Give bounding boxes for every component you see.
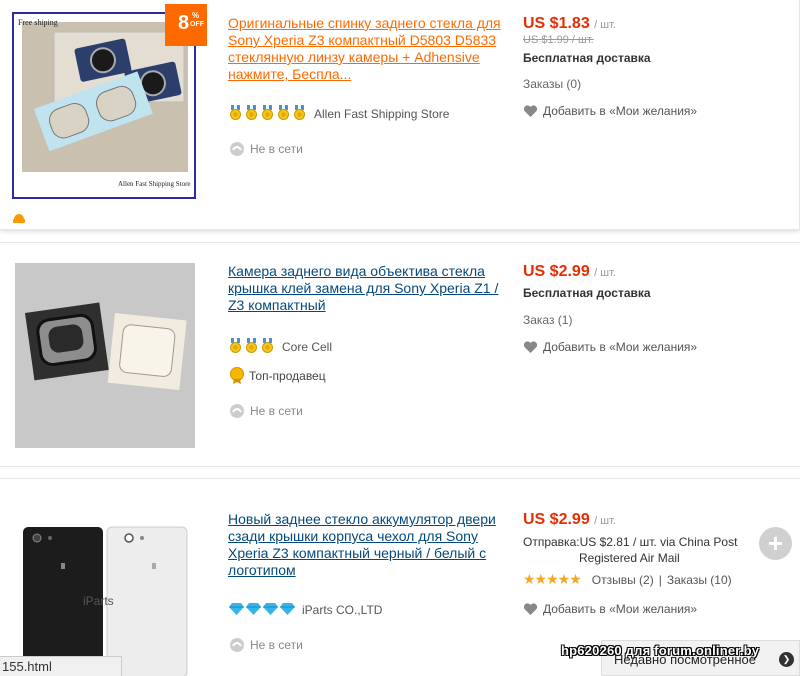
product-image[interactable]: iParts [15, 501, 195, 676]
orders-count[interactable]: Заказы (0) [523, 77, 763, 91]
discount-badge: 8 % OFF [165, 4, 207, 46]
store-name-link[interactable]: Allen Fast Shipping Store [314, 107, 449, 121]
diamond-icon [263, 603, 278, 615]
rating-stars: ★★★★★ [523, 571, 582, 587]
store-name-link[interactable]: Core Cell [282, 340, 332, 354]
store-info: Allen Fast Shipping Store [229, 105, 449, 123]
price-column: US $2.99 / шт. Бесплатная доставка Заказ… [523, 263, 763, 354]
shipping-info: Бесплатная доставка [523, 51, 651, 65]
heart-icon [523, 602, 538, 615]
chat-offline-icon [230, 404, 244, 418]
chat-offline-icon [230, 142, 244, 156]
product-price: US $1.83 / шт. [523, 15, 616, 32]
medal-icon [246, 338, 257, 353]
orders-link[interactable]: Заказы (10) [667, 573, 732, 587]
chat-offline-icon [230, 638, 244, 652]
product-title[interactable]: Новый заднее стекло аккумулятор двери сз… [228, 511, 513, 579]
diamond-icon [229, 603, 244, 615]
product-title[interactable]: Камера заднего вида объектива стекла кры… [228, 263, 513, 314]
heart-icon [523, 104, 538, 117]
image-caption: iParts [83, 594, 114, 608]
product-image[interactable] [15, 263, 195, 448]
seller-status: Не в сети [229, 637, 303, 653]
medal-icon [278, 105, 289, 120]
store-info: Core Cell [229, 338, 332, 356]
product-price: US $2.99 / шт. [523, 511, 616, 528]
store-name-link[interactable]: iParts CO.,LTD [302, 603, 382, 617]
price-column: US $2.99 / шт. Отправка:US $2.81 / шт. v… [523, 511, 763, 616]
browser-status-url: 155.html [0, 656, 122, 676]
product-price: US $2.99 / шт. [523, 263, 616, 280]
separator: | [658, 572, 662, 587]
top-seller-icon [230, 367, 244, 384]
add-to-wishlist-button[interactable]: Добавить в «Мои желания» [523, 104, 763, 118]
medal-icon [262, 338, 273, 353]
store-info: iParts CO.,LTD [229, 601, 382, 619]
medal-icon [230, 105, 241, 120]
price-column: US $1.83 / шт. US $1.99 / шт. Бесплатная… [523, 15, 763, 118]
reviews-link[interactable]: Отзывы (2) [592, 573, 654, 587]
add-plus-button[interactable]: + [759, 527, 792, 560]
product-title[interactable]: Оригинальные спинку заднего стекла для S… [228, 15, 513, 83]
image-caption-bottom: Allen Fast Shipping Store [118, 180, 191, 188]
medal-icon [230, 338, 241, 353]
store-diamonds [229, 602, 297, 618]
image-caption-top: Free shiping [18, 18, 58, 27]
forum-watermark: hp620260 для forum.onliner.by [561, 643, 760, 658]
old-price: US $1.99 / шт. [523, 34, 594, 46]
orders-count[interactable]: Заказ (1) [523, 313, 763, 327]
shipping-info: Отправка:US $2.81 / шт. via China Post R… [523, 535, 738, 565]
rating-row: ★★★★★ Отзывы (2) | Заказы (10) [523, 571, 763, 588]
store-medals [229, 105, 309, 123]
add-to-wishlist-button[interactable]: Добавить в «Мои желания» [523, 602, 763, 616]
seller-status: Не в сети [229, 403, 303, 419]
medal-icon [262, 105, 273, 120]
product-card-2: Камера заднего вида объектива стекла кры… [0, 242, 800, 467]
shipping-info: Бесплатная доставка [523, 286, 651, 300]
product-card-1: Free shiping Allen Fast Shipping Store 8… [0, 0, 800, 230]
top-seller-badge: Топ-продавец [229, 367, 326, 385]
chevron-right-icon[interactable]: ❯ [779, 652, 794, 667]
seller-status: Не в сети [229, 141, 303, 157]
heart-icon [523, 340, 538, 353]
aliexpress-app-icon[interactable] [12, 210, 26, 224]
store-medals [229, 338, 277, 356]
diamond-icon [246, 603, 261, 615]
diamond-icon [280, 603, 295, 615]
add-to-wishlist-button[interactable]: Добавить в «Мои желания» [523, 340, 763, 354]
medal-icon [246, 105, 257, 120]
medal-icon [294, 105, 305, 120]
